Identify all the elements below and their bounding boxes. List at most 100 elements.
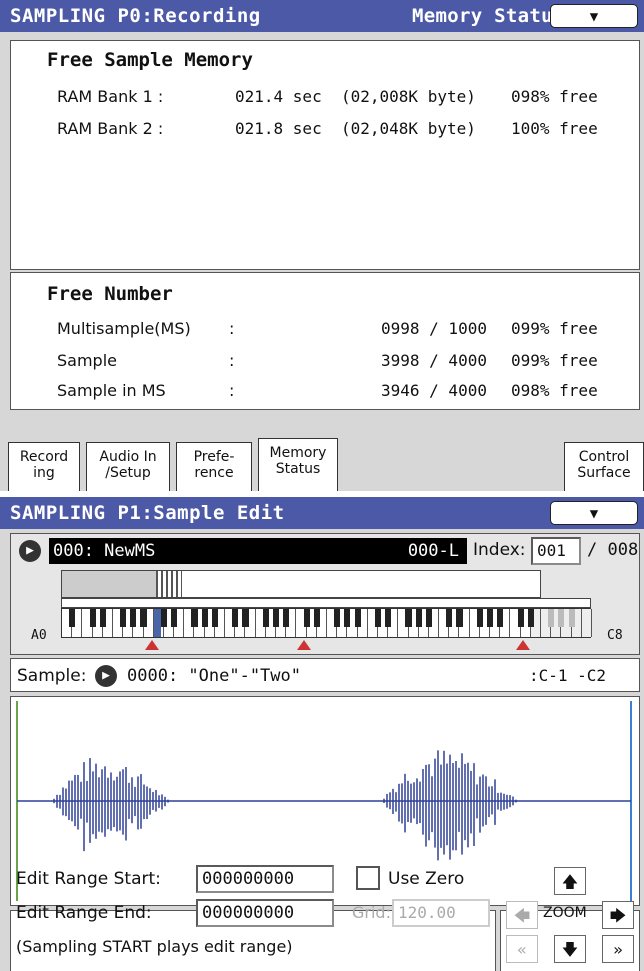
free-number-panel: Free Number Multisample(MS) : 0998 / 100…	[10, 272, 640, 410]
black-key[interactable]	[354, 609, 361, 627]
page-menu-button[interactable]: ▼	[550, 4, 638, 28]
black-key[interactable]	[446, 609, 453, 627]
edit-range-start-value: 000000000	[202, 869, 295, 889]
black-key[interactable]	[69, 609, 76, 627]
edit-range-start-field[interactable]: 000000000	[196, 865, 334, 893]
arrow-right-icon: 🡆	[609, 906, 627, 925]
black-key[interactable]	[497, 609, 504, 627]
ram-bank-1-label: RAM Bank 1 :	[57, 87, 164, 106]
black-key[interactable]	[262, 609, 269, 627]
zoom-up-button[interactable]: 🡅	[554, 867, 586, 895]
edit-range-start-label: Edit Range Start:	[16, 869, 161, 889]
black-key[interactable]	[272, 609, 280, 627]
black-key[interactable]	[242, 609, 249, 627]
black-key[interactable]	[303, 609, 310, 627]
free-sample-memory-panel: Free Sample Memory RAM Bank 1 : 021.4 se…	[10, 40, 640, 270]
black-key[interactable]	[120, 609, 127, 627]
black-key[interactable]	[130, 609, 137, 627]
use-zero-checkbox[interactable]	[356, 866, 380, 890]
black-key[interactable]	[374, 609, 381, 627]
tab-audio-in-setup[interactable]: Audio In/Setup	[86, 442, 170, 491]
black-key[interactable]	[313, 609, 320, 627]
page-title: SAMPLING P1:Sample Edit	[10, 502, 285, 524]
black-key[interactable]	[99, 609, 106, 627]
tab-recording-line2: ing	[33, 465, 55, 481]
free-number-heading: Free Number	[47, 283, 173, 305]
tab-control-surface[interactable]: Control Surface	[564, 442, 644, 491]
select-sample-icon[interactable]: ▶	[95, 665, 117, 687]
arrow-up-icon: 🡅	[561, 872, 579, 891]
tab-control-line2: Surface	[577, 465, 631, 481]
black-key[interactable]	[171, 609, 178, 627]
sample-free: 099% free	[511, 351, 598, 370]
sample-in-ms-label: Sample in MS	[57, 381, 166, 400]
black-key[interactable]	[191, 609, 198, 627]
black-key[interactable]	[487, 609, 494, 627]
title-bar: SAMPLING P1:Sample Edit ▼	[0, 497, 644, 529]
sample-count: 3998 / 4000	[381, 351, 487, 370]
black-key[interactable]	[283, 609, 290, 627]
memory-status-screen: SAMPLING P0:Recording Memory Status ▼ Fr…	[0, 0, 644, 491]
black-key[interactable]	[89, 609, 96, 627]
tab-preference-line2: rence	[194, 465, 234, 481]
sample-in-ms-colon: :	[229, 381, 235, 400]
zoom-right-button[interactable]: 🡆	[602, 901, 634, 929]
tab-preference[interactable]: Prefe-rence	[176, 442, 252, 491]
sample-value[interactable]: 0000: "One"-"Two"	[127, 666, 301, 686]
tab-title: Memory Status	[412, 5, 565, 27]
index-field[interactable]: 001	[531, 537, 581, 565]
page-menu-button[interactable]: ▼	[550, 501, 638, 525]
multisample-panel: ▶ 000: NewMS 000-L Index: 001 / 008 A0 C…	[10, 533, 640, 655]
original-key-marker-icon[interactable]	[297, 640, 311, 650]
grid-field: 120.00	[392, 899, 490, 927]
zone-bar[interactable]	[61, 570, 541, 598]
black-key[interactable]	[476, 609, 483, 627]
scroll-start-button: «	[506, 935, 538, 963]
black-key[interactable]	[517, 609, 524, 627]
sample-range: :C-1 -C2	[529, 666, 607, 685]
arrow-down-icon: 🡇	[561, 940, 579, 959]
black-key[interactable]	[425, 609, 432, 627]
multisample-label: Multisample(MS)	[57, 319, 191, 338]
black-key[interactable]	[548, 609, 555, 627]
sample-label: Sample:	[17, 666, 87, 686]
tab-recording[interactable]: Record ing	[8, 442, 80, 491]
scroll-end-button[interactable]: »	[602, 935, 634, 963]
low-key-marker-icon[interactable]	[145, 640, 159, 650]
multisample-field[interactable]: 000: NewMS 000-L	[49, 538, 467, 564]
edit-range-end-label: Edit Range End:	[16, 903, 152, 923]
ram-bank-1-bytes: (02,008K byte)	[341, 87, 476, 106]
black-key[interactable]	[415, 609, 422, 627]
edit-range-end-field[interactable]: 000000000	[196, 899, 334, 927]
black-key[interactable]	[211, 609, 218, 627]
black-key[interactable]	[334, 609, 341, 627]
black-key[interactable]	[201, 609, 208, 627]
select-multisample-icon[interactable]: ▶	[19, 540, 41, 562]
edit-range-end-value: 000000000	[202, 903, 295, 923]
keyboard[interactable]	[61, 608, 592, 638]
ram-bank-2-sec: 021.8 sec	[235, 119, 322, 138]
black-key[interactable]	[344, 609, 351, 627]
page-title: SAMPLING P0:Recording	[10, 5, 261, 27]
multisample-colon: :	[229, 319, 235, 338]
black-key[interactable]	[568, 609, 575, 627]
black-key[interactable]	[160, 609, 167, 627]
black-key[interactable]	[558, 609, 565, 627]
high-key-marker-icon[interactable]	[516, 640, 530, 650]
black-key[interactable]	[140, 609, 147, 627]
tab-recording-line1: Record	[19, 449, 69, 465]
velocity-bar	[61, 598, 591, 608]
zoom-down-button[interactable]: 🡇	[554, 935, 586, 963]
black-key[interactable]	[456, 609, 463, 627]
index-value: 001	[537, 541, 566, 560]
index-label: Index:	[473, 540, 526, 560]
sample-colon: :	[229, 351, 235, 370]
arrow-left-icon: 🡄	[513, 906, 531, 925]
black-key[interactable]	[405, 609, 412, 627]
black-key[interactable]	[232, 609, 239, 627]
white-key[interactable]	[581, 609, 592, 637]
tab-memory-status[interactable]: Memory Status	[258, 438, 338, 491]
black-key[interactable]	[527, 609, 534, 627]
black-key[interactable]	[385, 609, 392, 627]
selected-key-highlight	[153, 609, 161, 637]
